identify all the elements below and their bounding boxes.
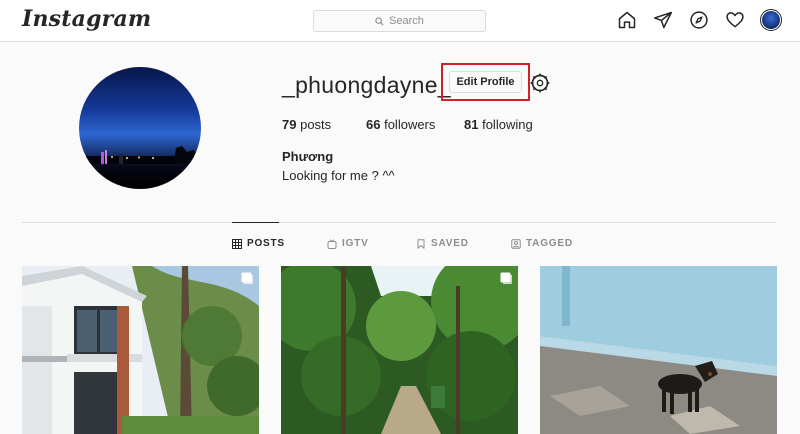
grid-icon: [232, 238, 242, 249]
direct-icon[interactable]: [652, 9, 674, 31]
tab-igtv[interactable]: IGTV: [327, 238, 369, 249]
instagram-logo[interactable]: Instagram: [22, 6, 151, 32]
activity-heart-icon[interactable]: [724, 9, 746, 31]
top-nav: Instagram Search: [0, 0, 800, 42]
search-input[interactable]: Search: [313, 10, 486, 32]
post-thumbnail[interactable]: [281, 266, 518, 434]
tab-saved[interactable]: SAVED: [416, 238, 469, 249]
post-image: [22, 266, 259, 434]
bookmark-icon: [417, 238, 425, 249]
home-icon[interactable]: [616, 9, 638, 31]
tab-posts[interactable]: POSTS: [232, 238, 285, 249]
multiple-photos-icon: [500, 272, 512, 284]
post-thumbnail[interactable]: [540, 266, 777, 434]
igtv-icon: [327, 238, 337, 249]
post-image: [281, 266, 518, 434]
following-link[interactable]: 81 following: [464, 117, 533, 132]
highlight-box: Edit Profile: [441, 63, 530, 101]
post-thumbnail[interactable]: [22, 266, 259, 434]
settings-gear-icon[interactable]: [530, 73, 550, 93]
posts-count: 79 posts: [282, 117, 332, 132]
post-image: [540, 266, 777, 434]
profile-full-name: Phương: [282, 149, 334, 164]
profile-username: _phuongdayne_: [282, 72, 451, 98]
profile-avatar[interactable]: [79, 67, 201, 189]
followers-link[interactable]: 66 followers: [366, 117, 464, 132]
profile-stats: 79 posts 66 followers 81 following: [282, 117, 533, 132]
tagged-icon: [511, 238, 521, 249]
multiple-photos-icon: [241, 272, 253, 284]
search-placeholder: Search: [389, 15, 424, 27]
search-icon: [375, 16, 384, 26]
tabs-divider: [22, 222, 776, 223]
profile-bio: Looking for me ? ^^: [282, 168, 395, 183]
active-tab-indicator: [232, 222, 279, 223]
profile-tabs: POSTS IGTV SAVED TAGGED: [0, 238, 800, 254]
tab-tagged[interactable]: TAGGED: [511, 238, 573, 249]
explore-icon[interactable]: [688, 9, 710, 31]
profile-avatar-icon[interactable]: [760, 9, 782, 31]
edit-profile-button[interactable]: Edit Profile: [449, 71, 522, 93]
